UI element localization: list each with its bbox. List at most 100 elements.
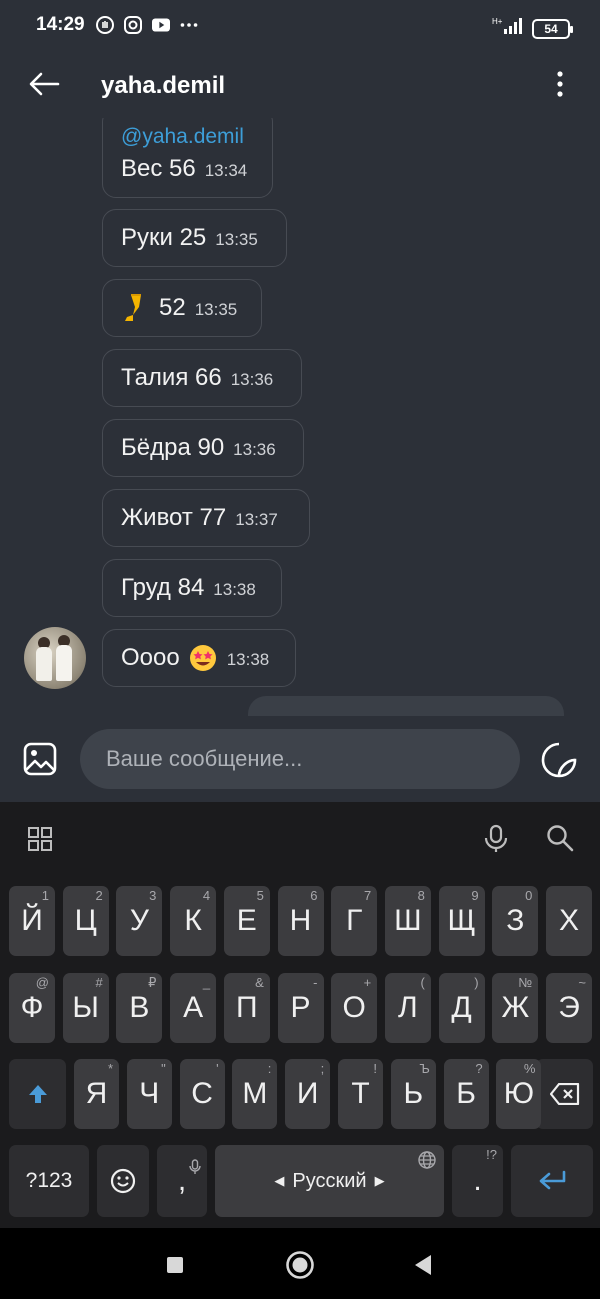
battery-icon: 54	[532, 18, 573, 39]
key-letter[interactable]: В ₽	[116, 973, 163, 1043]
key-letter[interactable]: М:	[232, 1059, 278, 1129]
keyboard-toolbar	[0, 802, 600, 874]
hand-icon	[96, 16, 114, 34]
key-letter[interactable]: Ж №	[492, 973, 539, 1043]
message-bubble[interactable]: @yaha.demil Вес 56 13:34	[102, 118, 273, 198]
signal-icon: H+	[492, 16, 522, 41]
key-label: Ь	[403, 1077, 424, 1110]
key-letter[interactable]: Н6	[277, 886, 324, 956]
key-hint: ₽	[148, 975, 157, 990]
key-label: С	[191, 1077, 213, 1110]
key-letter[interactable]: К4	[170, 886, 217, 956]
key-letter[interactable]: Щ9	[438, 886, 485, 956]
key-letter[interactable]: ЬЪ	[390, 1059, 436, 1129]
message-input[interactable]: Ваше сообщение...	[80, 729, 520, 789]
gallery-button[interactable]	[22, 741, 58, 777]
key-letter[interactable]: Р-	[277, 973, 324, 1043]
mention-link[interactable]: @yaha.demil	[121, 125, 244, 149]
chat-header: yaha.demil	[0, 52, 600, 118]
enter-key[interactable]	[511, 1145, 593, 1217]
apps-grid-icon[interactable]	[28, 827, 52, 851]
back-button[interactable]	[26, 66, 62, 102]
key-hint: ?	[475, 1061, 483, 1076]
key-label: Ц	[74, 904, 97, 937]
avatar[interactable]	[24, 627, 86, 689]
key-letter[interactable]: С '	[179, 1059, 225, 1129]
message-bubble[interactable]: Бёдра 90 13:36	[102, 419, 304, 477]
message-text: Живот 77	[121, 504, 227, 531]
chevron-right-icon: ▶	[374, 1173, 385, 1188]
symbols-key[interactable]: ?123	[9, 1145, 89, 1217]
message-bubble[interactable]: Груд 84 13:38	[102, 559, 282, 617]
key-letter[interactable]: Ш8	[384, 886, 431, 956]
key-letter[interactable]: Г7	[331, 886, 378, 956]
message-bubble[interactable]: Живот 77 13:37	[102, 489, 310, 547]
key-hint: '	[216, 1061, 219, 1076]
sticker-button[interactable]	[540, 741, 578, 779]
message-bubble[interactable]: 52 13:35	[102, 279, 262, 337]
more-menu-button[interactable]	[544, 66, 576, 102]
comma-key[interactable]: ,	[157, 1145, 207, 1217]
key-letter[interactable]: У3	[116, 886, 163, 956]
back-triangle-icon[interactable]	[408, 1250, 438, 1280]
key-letter[interactable]: Л(	[384, 973, 431, 1043]
key-letter[interactable]: Ы #	[62, 973, 109, 1043]
globe-icon	[418, 1151, 436, 1169]
navigation-bar	[0, 1228, 600, 1299]
recents-square-icon[interactable]	[160, 1250, 190, 1280]
key-letter[interactable]: З0	[492, 886, 539, 956]
message-bubble[interactable]: Талия 66 13:36	[102, 349, 302, 407]
key-label: Р	[290, 991, 311, 1024]
search-icon[interactable]	[546, 824, 574, 852]
status-time: 14:29	[36, 14, 85, 35]
key-letter[interactable]: Е5	[223, 886, 270, 956]
key-letter[interactable]: И;	[285, 1059, 331, 1129]
shift-key[interactable]	[9, 1059, 66, 1129]
key-label: Б	[456, 1077, 476, 1110]
key-hint: Ъ	[419, 1061, 430, 1076]
leg-emoji	[121, 293, 149, 323]
key-letter[interactable]: Й1	[9, 886, 55, 956]
key-letter[interactable]: Ю%	[496, 1059, 542, 1129]
key-letter[interactable]: О +	[331, 973, 378, 1043]
key-letter[interactable]: Ф @	[9, 973, 55, 1043]
key-label: У	[129, 904, 149, 937]
key-letter[interactable]: Б?	[443, 1059, 489, 1129]
message-time: 13:38	[213, 580, 256, 599]
key-label: Е	[236, 904, 257, 937]
key-hint: 2	[95, 888, 103, 903]
key-label: Э	[558, 991, 580, 1024]
emoji-key[interactable]	[97, 1145, 149, 1217]
key-label: Н	[289, 904, 312, 937]
outgoing-message-bubble[interactable]	[248, 696, 564, 716]
key-label: Я	[85, 1077, 108, 1110]
backspace-key[interactable]	[536, 1059, 593, 1129]
message-text: Груд 84	[121, 574, 205, 601]
key-letter[interactable]: Х	[546, 886, 592, 956]
key-label: Т	[351, 1077, 370, 1110]
key-letter[interactable]: Я *	[74, 1059, 119, 1129]
key-letter[interactable]: Ч "	[126, 1059, 172, 1129]
key-letter[interactable]: Д)	[438, 973, 485, 1043]
sticker-icon	[541, 742, 577, 778]
key-hint: 0	[525, 888, 533, 903]
message-time: 13:37	[235, 510, 278, 529]
space-key[interactable]: ◀ Русский ▶	[215, 1145, 444, 1217]
key-letter[interactable]: А _	[170, 973, 217, 1043]
key-hint: &	[255, 975, 264, 990]
key-letter[interactable]: Т!	[338, 1059, 383, 1129]
microphone-icon[interactable]	[483, 824, 509, 854]
message-list[interactable]: @yaha.demil Вес 56 13:34 Руки 25 13:35 5…	[0, 118, 600, 716]
message-bubble[interactable]: Руки 25 13:35	[102, 209, 287, 267]
home-circle-icon[interactable]	[285, 1250, 315, 1280]
message-time: 13:35	[215, 230, 258, 249]
period-key[interactable]: . !?	[452, 1145, 503, 1217]
key-letter[interactable]: П &	[223, 973, 270, 1043]
key-letter[interactable]: Ц2	[62, 886, 109, 956]
key-hint: "	[161, 1061, 166, 1076]
message-bubble[interactable]: Оооо 13:38	[102, 629, 296, 687]
key-label: Х	[558, 904, 579, 937]
key-letter[interactable]: Э ~	[546, 973, 592, 1043]
key-hint: 6	[310, 888, 318, 903]
chat-title[interactable]: yaha.demil	[101, 72, 225, 100]
